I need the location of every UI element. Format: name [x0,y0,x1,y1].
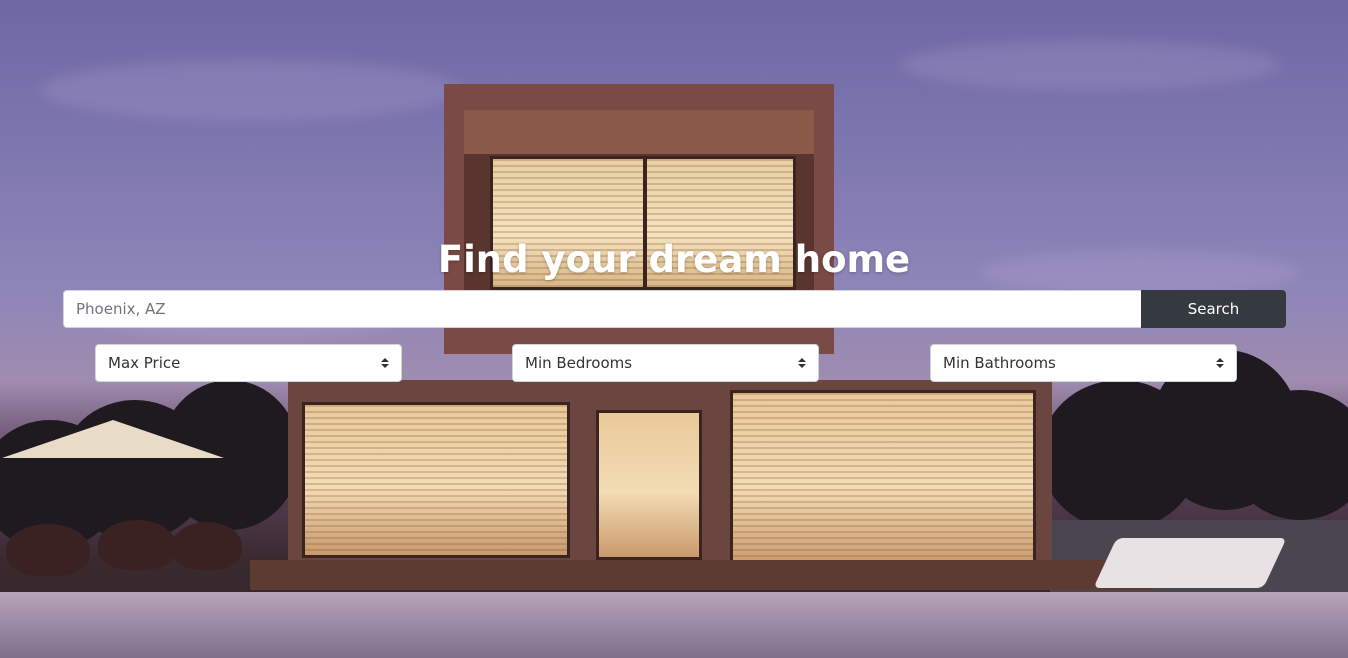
min-bathrooms-select[interactable]: Min Bathrooms [930,344,1237,382]
min-bathrooms-select-label: Min Bathrooms [943,354,1056,372]
search-input[interactable] [63,290,1141,328]
select-caret-icon [381,358,389,368]
max-price-select-label: Max Price [108,354,181,372]
min-bedrooms-select[interactable]: Min Bedrooms [512,344,819,382]
search-button[interactable]: Search [1141,290,1286,328]
select-caret-icon [1216,358,1224,368]
select-caret-icon [798,358,806,368]
max-price-select[interactable]: Max Price [95,344,402,382]
page-title: Find your dream home [437,238,911,281]
search-bar: Search [63,290,1286,328]
hero-section: Find your dream home Search Max Price Mi… [0,0,1348,658]
min-bedrooms-select-label: Min Bedrooms [525,354,633,372]
